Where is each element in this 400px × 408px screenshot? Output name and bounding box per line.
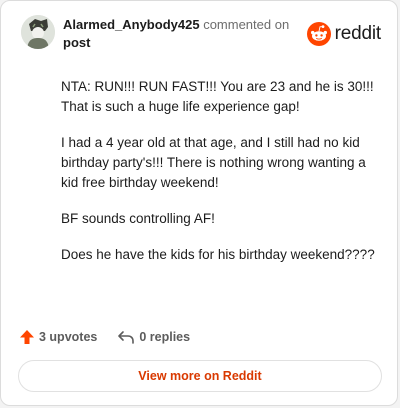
comment-header: Alarmed_Anybody425 commented on post red… <box>21 15 381 55</box>
comment-actions: 3 upvotes 0 replies <box>19 327 210 347</box>
comment-body: NTA: RUN!!! RUN FAST!!! You are 23 and h… <box>61 77 379 281</box>
username[interactable]: Alarmed_Anybody425 <box>63 17 200 32</box>
reddit-snoo-icon <box>306 22 331 46</box>
comment-paragraph: I had a 4 year old at that age, and I st… <box>61 135 366 190</box>
upvote-count: 3 upvotes <box>39 330 98 344</box>
comment-meta: Alarmed_Anybody425 commented on post <box>63 16 303 52</box>
comment-paragraph: NTA: RUN!!! RUN FAST!!! You are 23 and h… <box>61 79 374 114</box>
reply-count: 0 replies <box>139 330 191 344</box>
user-avatar[interactable] <box>21 15 55 49</box>
action-text: commented on <box>203 17 290 32</box>
view-more-button[interactable]: View more on Reddit <box>18 360 382 392</box>
upvote-arrow-icon <box>20 330 34 344</box>
post-link[interactable]: post <box>63 35 90 50</box>
embedded-comment-card: Alarmed_Anybody425 commented on post red… <box>0 0 398 406</box>
reddit-logo[interactable]: reddit <box>306 21 382 47</box>
comment-paragraph: Does he have the kids for his birthday w… <box>61 247 375 262</box>
reply-arrow-icon <box>118 331 135 344</box>
reply-button[interactable]: 0 replies <box>117 329 190 345</box>
reddit-wordmark: reddit <box>334 23 382 44</box>
comment-paragraph: BF sounds controlling AF! <box>61 211 215 226</box>
upvote-button[interactable]: 3 upvotes <box>19 329 97 345</box>
